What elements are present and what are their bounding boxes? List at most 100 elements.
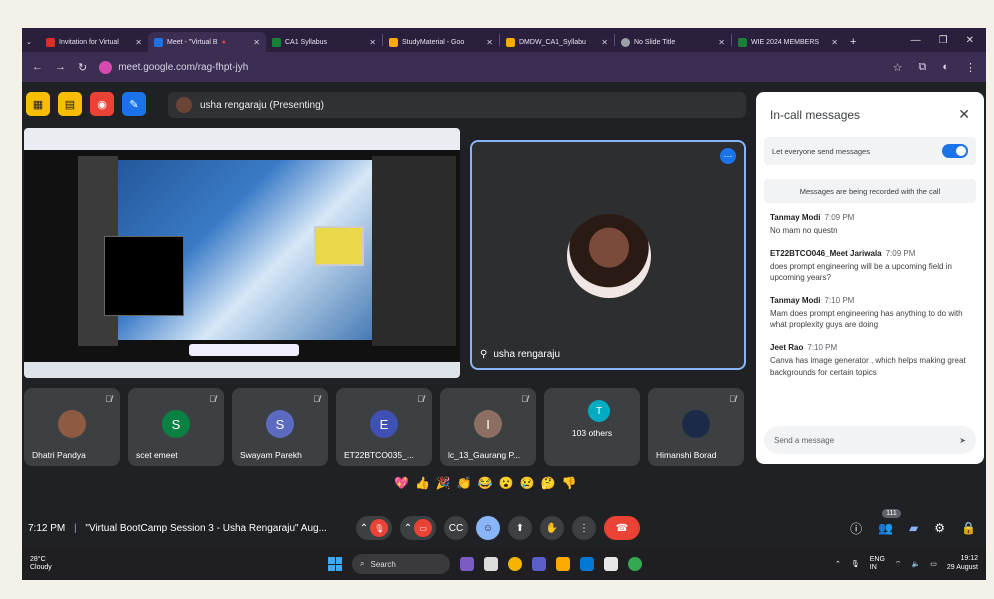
bookmark-star-icon[interactable]: ☆ (893, 61, 903, 74)
surprised-reaction-icon[interactable]: 😮 (499, 476, 514, 490)
site-info-icon[interactable] (99, 60, 113, 74)
leave-call-button[interactable]: ☎ (604, 516, 640, 540)
close-tab-icon[interactable]: ✕ (363, 38, 376, 47)
tab-ca1-syllabus[interactable]: CA1 Syllabus ✕ (266, 32, 382, 52)
screen-share-tile[interactable] (24, 128, 460, 378)
forward-icon[interactable]: → (55, 61, 66, 73)
chrome-profile-icon[interactable] (604, 557, 618, 571)
close-tab-icon[interactable]: ✕ (129, 38, 142, 47)
close-tab-icon[interactable]: ✕ (480, 38, 493, 47)
close-tab-icon[interactable]: ✕ (712, 38, 725, 47)
emoji-reactions-button[interactable]: ☺ (476, 516, 500, 540)
file-explorer-icon[interactable] (556, 557, 570, 571)
back-icon[interactable]: ← (32, 61, 43, 73)
url-field[interactable]: meet.google.com/rag-fhpt-jyh (99, 60, 248, 74)
presenting-label: usha rengaraju (Presenting) (200, 99, 324, 111)
camera-toggle-button[interactable]: ⌃ ▭ (400, 516, 436, 540)
document-tool-icon[interactable]: ▤ (58, 92, 82, 116)
start-icon[interactable] (328, 557, 342, 571)
show-hidden-icons[interactable]: ⌃ (835, 560, 841, 568)
host-controls-icon[interactable]: 🔒 (961, 521, 976, 535)
more-options-button[interactable]: ⋮ (572, 516, 596, 540)
speaker-tile[interactable]: ⋯ ⚲ usha rengaraju (470, 140, 746, 370)
activities-icon[interactable]: ⚙ (934, 521, 945, 535)
speaker-avatar (567, 214, 651, 298)
extensions-icon[interactable]: ⧉ (918, 61, 926, 74)
thinking-reaction-icon[interactable]: 🤔 (541, 476, 556, 490)
close-tab-icon[interactable]: ✕ (595, 38, 608, 47)
participant-name: ET22BTCO035_... (344, 450, 414, 460)
tab-search-button[interactable]: ⌄ (22, 32, 40, 52)
wifi-icon[interactable]: ⌔ (895, 560, 902, 569)
weather-widget[interactable]: 28°C Cloudy (30, 556, 52, 573)
participant-name: lc_13_Gaurang P... (448, 450, 521, 460)
party-reaction-icon[interactable]: 🎉 (436, 476, 451, 490)
close-window-icon[interactable]: ✕ (966, 35, 974, 46)
message-list: Tanmay Modi 7:09 PM No mam no questn ET22… (756, 203, 984, 378)
send-icon[interactable]: ➤ (959, 436, 966, 445)
language-indicator[interactable]: ENG IN (870, 556, 885, 573)
task-view-icon[interactable] (484, 557, 498, 571)
tab-meet[interactable]: Meet - "Virtual B ● ✕ (148, 32, 266, 52)
message-input[interactable]: Send a message ➤ (764, 426, 976, 454)
shared-right-panel (372, 156, 456, 346)
taskbar-apps: ⌕ Search (328, 554, 642, 574)
battery-icon[interactable]: ▭ (930, 560, 937, 568)
record-icon[interactable]: ◉ (90, 92, 114, 116)
close-icon[interactable]: ✕ (958, 106, 970, 123)
chrome-alt-icon[interactable] (628, 557, 642, 571)
participant-name: Himanshi Borad (656, 450, 717, 460)
chat-title: In-call messages (770, 107, 861, 122)
thumbs-up-reaction-icon[interactable]: 👍 (415, 476, 430, 490)
captions-button[interactable]: CC (444, 516, 468, 540)
edge-app-icon[interactable] (580, 557, 594, 571)
tab-wie-2024[interactable]: WIE 2024 MEMBERS ✕ (732, 32, 844, 52)
tab-studymaterial[interactable]: StudyMaterial - Goo ✕ (383, 32, 499, 52)
allow-messages-toggle[interactable] (942, 144, 968, 158)
participant-tile[interactable]: 🎙̸ E ET22BTCO035_... (336, 388, 432, 466)
reload-icon[interactable]: ↻ (78, 61, 87, 74)
raise-hand-button[interactable]: ✋ (540, 516, 564, 540)
whiteboard-icon[interactable]: ✎ (122, 92, 146, 116)
avatar: I (474, 410, 502, 438)
shared-sharing-bar (189, 344, 299, 356)
participant-tile[interactable]: 🎙̸ Dhatri Pandya (24, 388, 120, 466)
tab-invitation[interactable]: Invitation for Virtual ✕ (40, 32, 148, 52)
menu-kebab-icon[interactable]: ⋮ (965, 61, 976, 74)
participant-tile[interactable]: 🎙̸ Himanshi Borad (648, 388, 744, 466)
sad-reaction-icon[interactable]: 😢 (520, 476, 535, 490)
present-tool-icon[interactable]: ▦ (26, 92, 50, 116)
volume-icon[interactable]: 🔈 (912, 560, 921, 568)
info-icon[interactable]: ⓘ (850, 520, 862, 537)
laugh-reaction-icon[interactable]: 😂 (478, 476, 493, 490)
widgets-app-icon[interactable] (460, 557, 474, 571)
mic-toggle-button[interactable]: ⌃ 🎙 (356, 516, 392, 540)
participant-tile[interactable]: 🎙̸ S scet emeet (128, 388, 224, 466)
thumbs-down-reaction-icon[interactable]: 👎 (562, 476, 577, 490)
chrome-app-icon[interactable] (508, 557, 522, 571)
new-tab-button[interactable]: + (844, 32, 864, 52)
participant-tile[interactable]: 🎙̸ I lc_13_Gaurang P... (440, 388, 536, 466)
clap-reaction-icon[interactable]: 👏 (457, 476, 472, 490)
profile-icon[interactable]: ◐ (942, 61, 949, 74)
mic-tray-icon[interactable]: 🎙 (851, 560, 860, 568)
tile-options-icon[interactable]: ⋯ (720, 148, 736, 164)
chat-icon[interactable]: ▰ (909, 521, 918, 535)
taskbar-search[interactable]: ⌕ Search (352, 554, 450, 574)
participant-tile[interactable]: 🎙̸ S Swayam Parekh (232, 388, 328, 466)
teams-app-icon[interactable] (532, 557, 546, 571)
present-screen-button[interactable]: ⬆ (508, 516, 532, 540)
temperature: 28°C (30, 555, 46, 563)
close-tab-icon[interactable]: ✕ (825, 38, 838, 47)
restore-icon[interactable]: ❐ (939, 35, 948, 46)
clock[interactable]: 19:12 29 August (947, 555, 978, 573)
muted-mic-icon: 🎙̸ (729, 394, 736, 404)
tab-no-slide-title[interactable]: No Slide Title ✕ (615, 32, 731, 52)
heart-reaction-icon[interactable]: 💖 (394, 476, 409, 490)
others-tile[interactable]: T 103 others (544, 388, 640, 466)
pin-icon[interactable]: ⚲ (480, 349, 487, 360)
minimize-icon[interactable]: — (911, 35, 921, 46)
people-button[interactable]: 111 👥 (878, 509, 901, 535)
tab-dmdw[interactable]: DMDW_CA1_Syllabu ✕ (500, 32, 614, 52)
close-tab-icon[interactable]: ✕ (247, 38, 260, 47)
